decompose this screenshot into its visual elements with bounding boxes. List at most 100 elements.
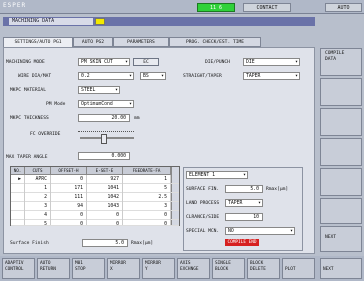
table-cell: 171 — [51, 184, 87, 193]
cuts-table: NO. CUTS OFFSET-H E-SET-E FEEDRATE-FA ▶ … — [10, 166, 180, 226]
tab-parameters[interactable]: PARAMETERS — [113, 37, 169, 47]
table-cell: 3 — [25, 202, 51, 211]
table-cell — [11, 184, 25, 193]
tab-prog-check[interactable]: PROG. CHECK/EST. TIME — [169, 37, 261, 47]
table-cell: 1 — [25, 184, 51, 193]
mkpc-material-select[interactable]: STEEL — [78, 86, 120, 94]
pm-mode-label: PM Mode — [46, 102, 66, 107]
side-button-2[interactable] — [320, 78, 362, 106]
special-mcn-label: SPECIAL MCN. — [186, 229, 220, 234]
table-cell — [11, 193, 25, 202]
table-cell — [11, 202, 25, 211]
table-cell: 927 — [87, 175, 123, 184]
straight-taper-label: STRAIGHT/TAPER — [183, 74, 222, 79]
table-header-cuts: CUTS — [25, 167, 51, 175]
table-row[interactable]: 2 111 1042 2.5 — [11, 193, 179, 202]
surface-finish-unit: Rmax[μm] — [131, 241, 154, 246]
surface-finish-field[interactable]: 5.0 — [82, 239, 128, 247]
surface-fin-label: SURFACE FIN. — [186, 187, 220, 192]
special-mcn-select[interactable]: NO — [225, 227, 295, 235]
compile-data-button[interactable]: COMPILE DATA — [320, 48, 362, 76]
side-button-3[interactable] — [320, 108, 362, 136]
function-key-bar: ADAPTIV CONTROL AUTO RETURN M01 STOP MIR… — [0, 256, 364, 281]
max-taper-field[interactable]: 0.000 — [78, 152, 130, 160]
m01-stop-button[interactable]: M01 STOP — [72, 258, 105, 279]
pm-mode-select[interactable]: OptimumCond — [78, 100, 134, 108]
table-cell: 0 — [51, 220, 87, 225]
axis-exchange-button[interactable]: AXIS EXCHNGE — [177, 258, 210, 279]
clrance-label: CLRANCE/SIDE — [186, 215, 220, 220]
table-cell: 0 — [87, 220, 123, 225]
table-cell: 1043 — [87, 202, 123, 211]
die-punch-select[interactable]: DIE — [243, 58, 300, 66]
mirror-y-button[interactable]: MIRROR Y — [142, 258, 175, 279]
top-bar — [0, 0, 364, 14]
element-select[interactable]: ELEMENT 1 — [186, 171, 248, 179]
surface-fin-field[interactable]: 5.0 — [225, 185, 263, 193]
block-delete-button[interactable]: BLOCK DELETE — [247, 258, 280, 279]
table-cell — [11, 211, 25, 220]
side-next-button[interactable]: NEXT — [320, 226, 362, 252]
side-button-5[interactable] — [320, 168, 362, 196]
mkpc-thickness-label: MKPC THICKNESS — [10, 116, 49, 121]
side-button-4[interactable] — [320, 138, 362, 166]
table-cell: 5 — [25, 220, 51, 225]
table-cell: 1041 — [87, 184, 123, 193]
ec-label: EC — [143, 60, 149, 65]
title-toggle-button[interactable] — [95, 18, 105, 25]
table-cell: 4 — [25, 211, 51, 220]
contact-button[interactable]: CONTACT — [243, 3, 291, 12]
ec-button[interactable]: EC — [133, 58, 159, 66]
straight-taper-select[interactable]: TAPER — [243, 72, 300, 80]
table-cell: APRC — [25, 175, 51, 184]
status-indicator: 11 6 — [197, 3, 235, 12]
land-process-label: LAND PROCESS — [186, 201, 220, 206]
table-row[interactable]: 5 0 0 0 — [11, 220, 179, 226]
table-row[interactable]: 1 171 1041 5 — [11, 184, 179, 193]
table-cell: 2 — [25, 193, 51, 202]
table-cell: 1042 — [87, 193, 123, 202]
table-cell: 2.5 — [123, 193, 171, 202]
table-header-no: NO. — [11, 167, 25, 175]
side-button-6[interactable] — [320, 198, 362, 224]
app-title: ESPER — [3, 2, 27, 9]
table-cell: 1 — [123, 175, 171, 184]
next-button[interactable]: NEXT — [320, 258, 362, 279]
table-row[interactable]: 3 94 1043 3 — [11, 202, 179, 211]
mkpc-thickness-unit: mm — [134, 116, 140, 121]
surface-finish-label: Surface Finish — [10, 241, 49, 246]
table-cell: 5 — [123, 184, 171, 193]
table-cell: 3 — [123, 202, 171, 211]
single-block-button[interactable]: SINGLE BLOCK — [212, 258, 245, 279]
machining-mode-select[interactable]: PM SKIN CUT — [78, 58, 130, 66]
land-process-select[interactable]: TAPER — [225, 199, 263, 207]
table-row[interactable]: 4 0 0 0 — [11, 211, 179, 220]
max-taper-label: MAX TAPER ANGLE — [6, 155, 48, 160]
tab-auto-pg2[interactable]: AUTO PG2 — [73, 37, 113, 47]
fc-override-slider[interactable] — [101, 134, 107, 144]
wire-dia-select[interactable]: 0.2 — [78, 72, 134, 80]
compile-end-badge: COMPILE END — [225, 239, 259, 246]
die-punch-label: DIE/PUNCH — [205, 60, 230, 65]
wire-dia-mat-label: WIRE DIA/MAT — [18, 74, 52, 79]
table-cell: 0 — [51, 211, 87, 220]
table-header-feedrate: FEEDRATE-FA — [123, 167, 171, 175]
table-header-eset: E-SET-E — [87, 167, 123, 175]
machining-mode-label: MACHINING MODE — [6, 60, 45, 65]
mirror-x-button[interactable]: MIRROR X — [107, 258, 140, 279]
table-cell: 111 — [51, 193, 87, 202]
window-title: MACHINING DATA — [9, 18, 93, 25]
table-cell: 0 — [123, 220, 171, 225]
adaptive-control-button[interactable]: ADAPTIV CONTROL — [2, 258, 35, 279]
side-button-column: COMPILE DATA NEXT — [318, 14, 364, 254]
clrance-field[interactable]: 10 — [225, 213, 263, 221]
auto-button[interactable]: AUTO — [325, 3, 362, 12]
mkpc-thickness-field[interactable]: 20.00 — [78, 114, 130, 122]
plot-button[interactable]: PLOT — [282, 258, 315, 279]
mkpc-material-label: MKPC MATERIAL — [10, 88, 46, 93]
wire-mat-select[interactable]: BS — [140, 72, 166, 80]
table-row[interactable]: ▶ APRC 0 927 1 — [11, 175, 179, 184]
table-cell: 0 — [123, 211, 171, 220]
fc-override-track — [80, 137, 134, 139]
auto-return-button[interactable]: AUTO RETURN — [37, 258, 70, 279]
